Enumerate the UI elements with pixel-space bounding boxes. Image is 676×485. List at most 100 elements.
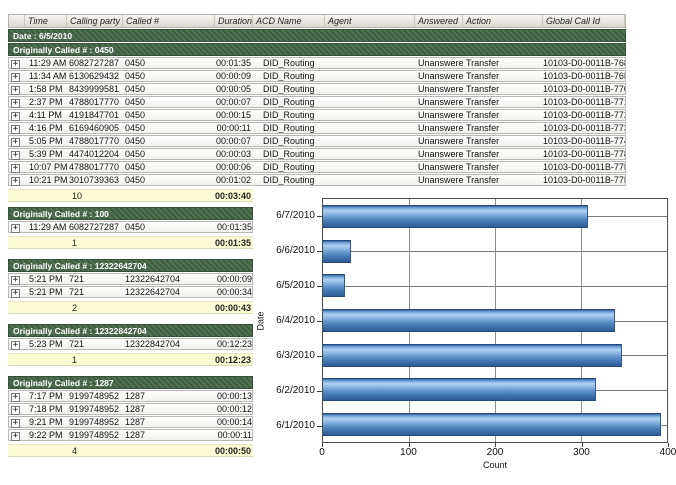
y-tick-label: 6/5/2010 (268, 268, 322, 303)
plus-icon[interactable]: + (11, 86, 20, 95)
plus-icon[interactable]: + (11, 60, 20, 69)
plus-icon[interactable]: + (11, 112, 20, 121)
plus-icon[interactable]: + (11, 73, 20, 82)
call-group: Originally Called # : 100+11:29 AM608272… (8, 207, 253, 249)
plus-icon[interactable]: + (11, 125, 20, 134)
table-row[interactable]: +11:29 AM6082727287045000:01:35DID_Routi… (8, 57, 626, 69)
cell-duration: 00:00:12 (215, 404, 254, 414)
cell-called: 0450 (123, 136, 215, 146)
column-header-calling-party-[interactable]: Calling party # (67, 15, 123, 27)
header-cell-spacer (9, 15, 25, 27)
plus-icon[interactable]: + (11, 419, 20, 428)
cell-time: 5:05 PM (25, 136, 67, 146)
expander-cell: + (9, 391, 25, 402)
table-row[interactable]: +9:21 PM9199748952128700:00:14 (8, 416, 253, 428)
plus-icon[interactable]: + (11, 99, 20, 108)
bar-6-4-2010 (323, 309, 615, 332)
cell-time: 5:23 PM (25, 339, 67, 349)
table-row[interactable]: +4:16 PM6169460905045000:00:11DID_Routin… (8, 122, 626, 134)
table-row[interactable]: +2:37 PM4788017770045000:00:07DID_Routin… (8, 96, 626, 108)
cell-answered: Unanswered (415, 136, 463, 146)
plus-icon[interactable]: + (11, 393, 20, 402)
table-row[interactable]: +5:21 PM7211232264270400:00:09 (8, 273, 253, 285)
column-header-called-[interactable]: Called # (123, 15, 215, 27)
table-row[interactable]: +10:07 PM4788017770045000:00:06DID_Routi… (8, 161, 626, 173)
expander-cell: + (9, 175, 25, 186)
table-row[interactable]: +5:23 PM7211232284270400:12:23 (8, 338, 253, 350)
table-row[interactable]: +10:21 PM3010739363045000:01:02DID_Routi… (8, 174, 626, 186)
chart-category-row (323, 303, 667, 338)
cell-calling: 4474012204 (67, 149, 123, 159)
plus-icon[interactable]: + (11, 164, 20, 173)
grouped-call-tables: Originally Called # : 100+11:29 AM608272… (8, 206, 253, 467)
cell-called: 0450 (123, 149, 215, 159)
cell-calling: 9199748952 (67, 430, 123, 440)
call-group: Originally Called # : 12322842704+5:23 P… (8, 324, 253, 366)
table-row[interactable]: +7:18 PM9199748952128700:00:12 (8, 403, 253, 415)
bar-6-6-2010 (323, 240, 351, 263)
column-header-agent[interactable]: Agent (325, 15, 415, 27)
cell-time: 10:21 PM (25, 175, 67, 185)
cell-duration: 00:00:07 (215, 136, 253, 146)
originally-called-group-header[interactable]: Originally Called # : 12322642704 (8, 259, 253, 272)
x-axis: 0100200300400 (322, 443, 668, 460)
y-tick-label: 6/3/2010 (268, 338, 322, 373)
expander-cell: + (9, 404, 25, 415)
cell-action: Transfer (463, 110, 543, 120)
table-row[interactable]: +7:17 PM9199748952128700:00:13 (8, 390, 253, 402)
cell-called: 0450 (123, 162, 215, 172)
cell-calling: 6130629432 (67, 71, 123, 81)
cell-time: 7:17 PM (25, 391, 67, 401)
cell-answered: Unanswered (415, 58, 463, 68)
plus-icon[interactable]: + (11, 341, 20, 350)
cell-time: 5:21 PM (25, 287, 67, 297)
expander-cell: + (9, 84, 25, 95)
column-header-duration[interactable]: Duration (215, 15, 253, 27)
plus-icon[interactable]: + (11, 289, 20, 298)
plus-icon[interactable]: + (11, 151, 20, 160)
table-row[interactable]: +9:22 PM9199748952128700:00:11 (8, 429, 253, 441)
table-row[interactable]: +1:58 PM8439999581045000:00:05DID_Routin… (8, 83, 626, 95)
column-header-action[interactable]: Action (463, 15, 543, 27)
column-header-answered[interactable]: Answered (415, 15, 463, 27)
originally-called-group-header[interactable]: Originally Called # : 100 (8, 207, 253, 220)
y-axis-title-cell: Date (252, 198, 268, 443)
cell-called: 1287 (123, 430, 215, 440)
column-header-time[interactable]: Time (25, 15, 67, 27)
cell-time: 1:58 PM (25, 84, 67, 94)
cell-acd: DID_Routing (253, 97, 325, 107)
plus-icon[interactable]: + (11, 276, 20, 285)
cell-calling: 9199748952 (67, 391, 123, 401)
cell-duration: 00:01:02 (215, 175, 253, 185)
plus-icon[interactable]: + (11, 177, 20, 186)
cell-action: Transfer (463, 97, 543, 107)
table-row[interactable]: +5:05 PM4788017770045000:00:07DID_Routin… (8, 135, 626, 147)
y-tick-label: 6/2/2010 (268, 373, 322, 408)
cell-action: Transfer (463, 149, 543, 159)
cell-calling: 4788017770 (67, 97, 123, 107)
plus-icon[interactable]: + (11, 138, 20, 147)
originally-called-group-header[interactable]: Originally Called # : 0450 (8, 43, 626, 56)
cell-called: 0450 (123, 222, 215, 232)
cell-calling: 9199748952 (67, 417, 123, 427)
cell-time: 11:29 AM (25, 222, 67, 232)
date-group-header[interactable]: Date : 6/5/2010 (8, 29, 626, 42)
column-header-global-call-id[interactable]: Global Call Id (543, 15, 625, 27)
originally-called-group-header[interactable]: Originally Called # : 12322842704 (8, 324, 253, 337)
column-header-acd-name[interactable]: ACD Name (253, 15, 325, 27)
plus-icon[interactable]: + (11, 432, 20, 441)
y-tick-label: 6/7/2010 (268, 198, 322, 233)
plus-icon[interactable]: + (11, 224, 20, 233)
table-row[interactable]: +11:34 AM6130629432045000:00:09DID_Routi… (8, 70, 626, 82)
originally-called-group-header[interactable]: Originally Called # : 1287 (8, 376, 253, 389)
table-row[interactable]: +11:29 AM6082727287045000:01:35 (8, 221, 253, 233)
expander-cell: + (9, 136, 25, 147)
cell-time: 5:39 PM (25, 149, 67, 159)
plus-icon[interactable]: + (11, 406, 20, 415)
call-group: Originally Called # : 1287+7:17 PM919974… (8, 376, 253, 457)
table-row[interactable]: +4:11 PM4191847701045000:00:15DID_Routin… (8, 109, 626, 121)
cell-acd: DID_Routing (253, 71, 325, 81)
table-row[interactable]: +5:39 PM4474012204045000:00:03DID_Routin… (8, 148, 626, 160)
table-row[interactable]: +5:21 PM7211232264270400:00:34 (8, 286, 253, 298)
table-header-row: TimeCalling party #Called #DurationACD N… (8, 14, 626, 28)
